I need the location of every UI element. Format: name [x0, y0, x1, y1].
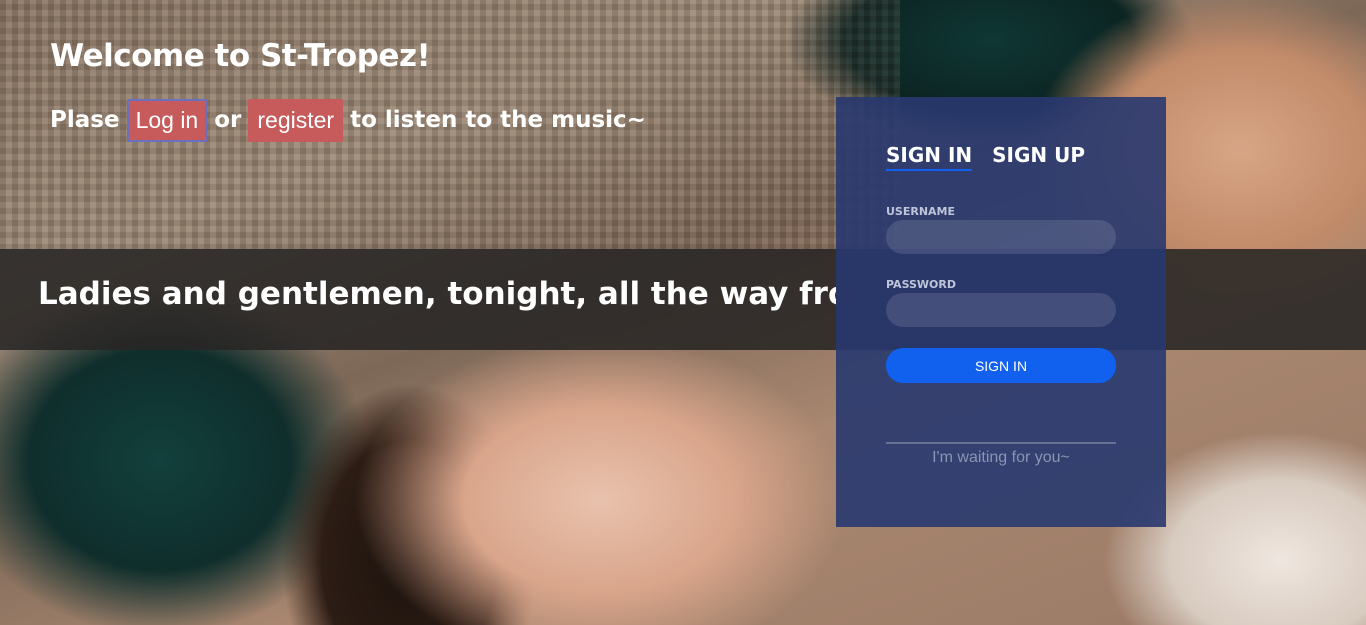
auth-tabs: SIGN IN SIGN UP [886, 143, 1085, 171]
tab-sign-in[interactable]: SIGN IN [886, 143, 973, 171]
register-link[interactable]: register [248, 98, 344, 142]
sign-in-button[interactable]: SIGN IN [886, 348, 1116, 383]
username-label: USERNAME [886, 205, 956, 218]
login-panel: SIGN IN SIGN UP USERNAME PASSWORD SIGN I… [836, 97, 1166, 527]
intro-suffix: to listen to the music~ [350, 107, 646, 133]
welcome-title: Welcome to St-Tropez! [50, 38, 431, 74]
intro-connector: or [214, 107, 242, 133]
panel-footer-text: I'm waiting for you~ [932, 449, 1070, 466]
intro-prefix: Plase [50, 107, 120, 133]
tab-sign-up[interactable]: SIGN UP [992, 143, 1085, 171]
password-label: PASSWORD [886, 278, 957, 291]
marquee-text: Ladies and gentlemen, tonight, all the w… [38, 276, 836, 312]
page: Welcome to St-Tropez! Plase Log in or re… [0, 0, 1366, 625]
username-input[interactable] [886, 220, 1116, 254]
password-input[interactable] [886, 293, 1116, 327]
panel-divider [886, 442, 1116, 444]
intro-line: Plase Log in or register to listen to th… [50, 96, 646, 144]
login-link[interactable]: Log in [126, 98, 208, 142]
